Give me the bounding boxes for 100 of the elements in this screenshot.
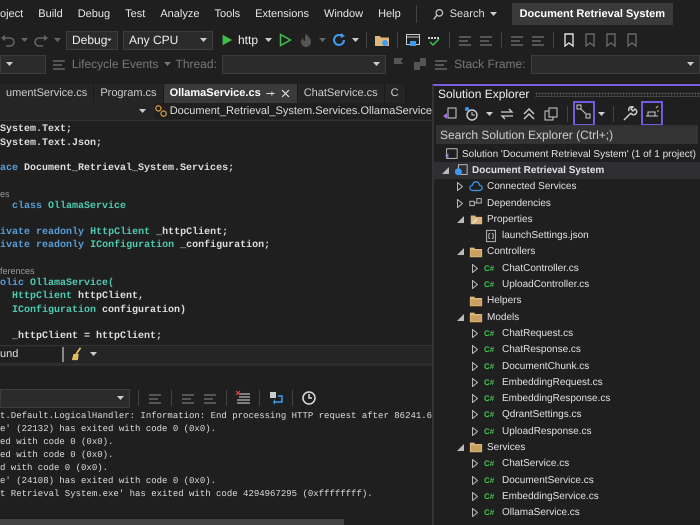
menu-item[interactable]: Build xyxy=(38,8,63,20)
caret-icon[interactable] xyxy=(373,62,380,66)
tree-item[interactable]: Services xyxy=(434,439,700,456)
run-button[interactable]: http xyxy=(218,33,260,47)
tree-item[interactable]: Solution 'Document Retrieval System' (1 of 1 project) xyxy=(434,146,700,162)
editor-tab[interactable]: umentService.cs xyxy=(0,84,94,103)
type-navigation-dropdown[interactable]: Document_Retrieval_System.Services.OllamaService xyxy=(154,103,432,120)
caret-icon[interactable] xyxy=(686,62,694,66)
word-wrap-icon[interactable] xyxy=(268,390,284,406)
cloud-icon[interactable] xyxy=(469,180,483,194)
folder-icon[interactable] xyxy=(469,310,483,324)
caret-icon[interactable] xyxy=(200,38,207,42)
tree-item[interactable]: C# OllamaService.cs xyxy=(434,504,700,521)
collapsed-arrow-icon[interactable] xyxy=(472,362,478,370)
lifecycle-events-button[interactable]: Lifecycle Events xyxy=(72,57,159,71)
tree-item[interactable]: Models xyxy=(434,308,700,326)
collapsed-arrow-icon[interactable] xyxy=(457,182,463,192)
tree-view-icon[interactable] xyxy=(576,104,592,120)
caret-icon[interactable] xyxy=(6,62,13,66)
window-icon[interactable] xyxy=(405,32,422,48)
collapsed-arrow-icon[interactable] xyxy=(457,198,463,208)
collapse-all-icon[interactable] xyxy=(521,106,537,122)
tree-item[interactable]: C# EmbeddingService.cs xyxy=(434,488,700,505)
collapsed-arrow-icon[interactable] xyxy=(472,280,478,290)
collapsed-arrow-icon[interactable] xyxy=(472,426,478,436)
tree-item[interactable]: C# ChatController.cs xyxy=(434,260,700,276)
folder-icon[interactable] xyxy=(469,294,483,308)
caret-icon[interactable] xyxy=(90,352,97,356)
undo-icon[interactable] xyxy=(0,32,16,48)
configuration-dropdown[interactable]: Debug xyxy=(66,30,118,50)
tree-item[interactable]: C# QdrantSettings.cs xyxy=(434,406,700,424)
collapsed-arrow-icon[interactable] xyxy=(472,378,478,387)
expanded-arrow-icon[interactable] xyxy=(442,166,448,174)
collapsed-arrow-icon[interactable] xyxy=(472,394,478,404)
caret-icon[interactable] xyxy=(490,12,497,16)
refresh-icon[interactable] xyxy=(331,32,348,48)
tree-item[interactable]: C# ChatService.cs xyxy=(434,456,700,472)
broom-icon[interactable] xyxy=(70,347,84,362)
solution-icon[interactable] xyxy=(444,147,458,162)
menu-item[interactable]: Window xyxy=(324,8,364,20)
find-field[interactable]: und xyxy=(0,346,64,362)
menu-item[interactable]: oject xyxy=(0,8,24,20)
expanded-arrow-icon[interactable] xyxy=(456,216,464,223)
caret-icon[interactable] xyxy=(117,396,124,400)
caret-icon[interactable] xyxy=(138,109,146,114)
caret-icon[interactable] xyxy=(352,38,360,42)
folder-icon[interactable] xyxy=(469,244,483,259)
tree-item[interactable]: Document Retrieval System xyxy=(434,162,700,179)
tree-item[interactable]: Properties xyxy=(434,211,700,228)
collapsed-arrow-icon[interactable] xyxy=(472,492,478,501)
tree-item[interactable]: C# DocumentService.cs xyxy=(434,472,700,488)
caret-icon[interactable] xyxy=(107,38,112,42)
menu-item[interactable]: Help xyxy=(378,8,401,20)
menu-item[interactable]: Extensions xyxy=(255,8,309,20)
web-project-icon[interactable] xyxy=(454,163,468,178)
collapsed-arrow-icon[interactable] xyxy=(472,459,478,468)
collapsed-arrow-icon[interactable] xyxy=(472,328,478,338)
clear-all-icon[interactable] xyxy=(235,390,251,406)
menu-item[interactable]: Tools xyxy=(214,8,240,20)
play-outline-icon[interactable] xyxy=(277,32,294,48)
close-icon[interactable] xyxy=(280,88,291,99)
search-field[interactable]: Search Solution Explorer (Ctrl+;) xyxy=(436,125,698,144)
tree-item[interactable]: C# UploadController.cs xyxy=(434,276,700,293)
collapsed-arrow-icon[interactable] xyxy=(472,410,478,420)
editor-tab[interactable]: OllamaService.cs xyxy=(164,84,298,103)
collapsed-arrow-icon[interactable] xyxy=(472,345,478,354)
copy-icon[interactable] xyxy=(543,106,559,122)
tree-item[interactable]: C# EmbeddingRequest.cs xyxy=(434,374,700,390)
tree-item[interactable]: C# ChatResponse.cs xyxy=(434,342,700,358)
redo-icon[interactable] xyxy=(33,32,49,48)
tree-item[interactable]: Dependencies xyxy=(434,194,700,212)
search-icon[interactable] xyxy=(432,8,445,20)
caret-icon[interactable] xyxy=(265,38,272,42)
sync-icon[interactable] xyxy=(499,106,515,122)
platform-dropdown[interactable]: Any CPU xyxy=(123,30,213,50)
tree-item[interactable]: C# EmbeddingResponse.cs xyxy=(434,390,700,407)
tree-item[interactable]: Helpers xyxy=(434,292,700,309)
play-icon[interactable] xyxy=(220,33,234,47)
tree-item[interactable]: Connected Services xyxy=(434,178,700,195)
folder-icon[interactable] xyxy=(469,440,483,454)
search-button[interactable]: Search xyxy=(432,8,497,20)
menu-item[interactable]: Debug xyxy=(78,8,110,20)
editor-tab[interactable]: ChatService.cs xyxy=(298,84,385,103)
switch-views-icon[interactable] xyxy=(442,106,458,122)
collapsed-arrow-icon[interactable] xyxy=(472,264,478,273)
collapsed-arrow-icon[interactable] xyxy=(472,476,478,485)
expanded-arrow-icon[interactable] xyxy=(456,444,464,451)
wrench-icon[interactable] xyxy=(622,106,638,122)
editor-tab[interactable]: C xyxy=(384,84,406,103)
tree-item[interactable]: launchSettings.json xyxy=(434,227,700,244)
expanded-arrow-icon[interactable] xyxy=(456,314,464,321)
menu-item[interactable]: Test xyxy=(125,8,146,20)
editor-tab[interactable]: Program.cs xyxy=(94,84,164,103)
expanded-arrow-icon[interactable] xyxy=(456,248,464,256)
json-file-icon[interactable] xyxy=(484,228,498,243)
class-icon[interactable] xyxy=(154,104,168,118)
clock-icon[interactable] xyxy=(301,390,317,406)
tree-item[interactable]: C# UploadResponse.cs xyxy=(434,423,700,440)
caret-icon[interactable] xyxy=(486,112,493,116)
tree-item[interactable]: C# ChatRequest.cs xyxy=(434,325,700,342)
